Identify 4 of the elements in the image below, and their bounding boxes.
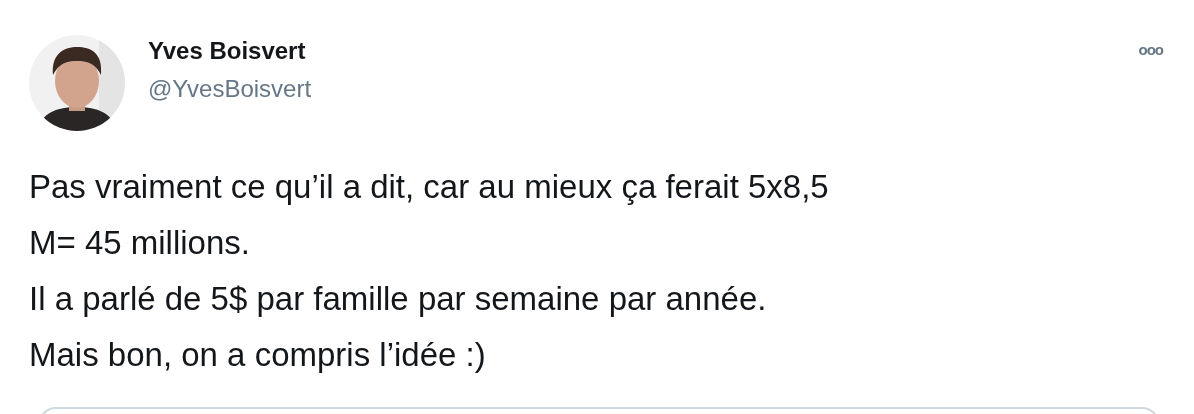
author-name[interactable]: Yves Boisvert bbox=[148, 36, 312, 66]
tweet-text: Pas vraiment ce qu’il a dit, car au mieux ça ferait 5x8,5 M= 45 millions. Il a parlé de 5$ par famille par semaine par année. Mais bon, on a compris l’idée :) bbox=[28, 167, 830, 375]
author-handle[interactable]: @YvesBoisvert bbox=[148, 74, 312, 104]
more-options-button[interactable]: ooo bbox=[1138, 42, 1163, 57]
